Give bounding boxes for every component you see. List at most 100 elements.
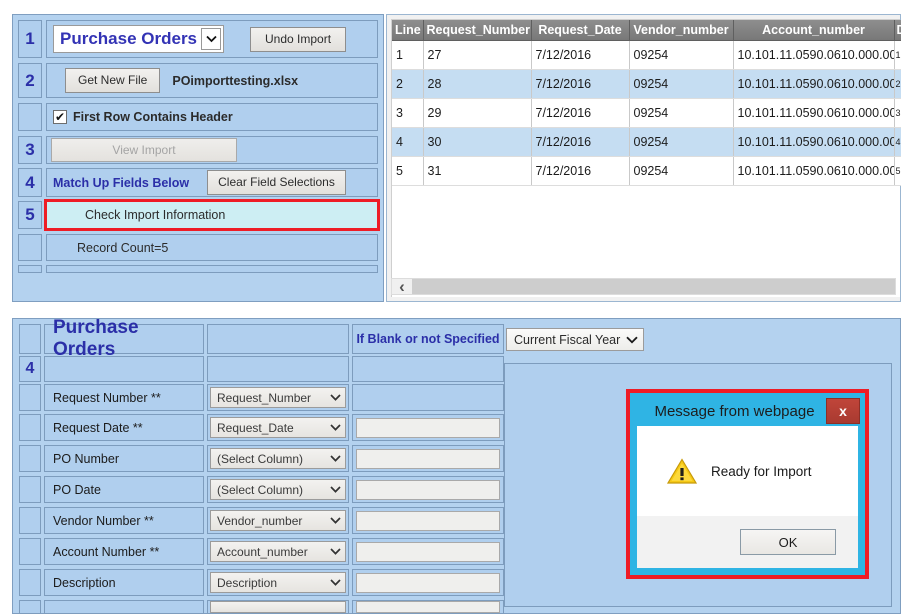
field-label-vendor-number: Vendor Number ** <box>44 507 204 534</box>
blank-step-number-b <box>18 234 42 261</box>
ok-button[interactable]: OK <box>740 529 836 555</box>
column-select-cell-vendor-number: Vendor_number <box>207 507 349 534</box>
column-select-po-number[interactable]: (Select Column) <box>210 448 346 469</box>
panel-divider <box>12 305 901 314</box>
application-window: 1 Purchase Orders Undo Import 2 Get New … <box>0 0 901 614</box>
mapping-step4-blank-cell <box>352 356 504 382</box>
table-row[interactable]: 3 29 7/12/2016 09254 10.101.11.0590.0610… <box>392 98 901 128</box>
field-label-account-number: Account Number ** <box>44 538 204 565</box>
default-value-input-vendor-number[interactable] <box>356 510 500 531</box>
cell-vendor-number: 09254 <box>629 40 734 70</box>
cell-description: 3 a <box>894 98 901 128</box>
default-value-input-request-date[interactable] <box>356 417 500 438</box>
chevron-down-icon <box>330 453 341 465</box>
col-header-line[interactable]: Line <box>392 20 424 41</box>
chevron-down-icon <box>626 333 638 347</box>
column-select-po-date[interactable]: (Select Column) <box>210 479 346 500</box>
row-number-cell <box>19 569 41 596</box>
default-value-cell-request-number <box>352 384 504 411</box>
default-value-input-account-number[interactable] <box>356 541 500 562</box>
col-header-request-number[interactable]: Request_Number <box>423 20 532 41</box>
mapping-step4-label-cell <box>44 356 204 382</box>
cell-account-number: 10.101.11.0590.0610.000.0000 <box>733 98 895 128</box>
chevron-down-icon <box>330 577 341 589</box>
column-select-cell-description: Description <box>207 569 349 596</box>
dialog-footer: OK <box>637 516 858 568</box>
step-1-row: 1 Purchase Orders Undo Import <box>18 20 378 58</box>
row-number-cell <box>19 414 41 441</box>
dialog-body: Ready for Import <box>637 426 858 516</box>
table-row[interactable]: 5 31 7/12/2016 09254 10.101.11.0590.0610… <box>392 156 901 186</box>
row-number-cell <box>19 445 41 472</box>
default-value-input-description[interactable] <box>356 572 500 593</box>
view-import-button[interactable]: View Import <box>51 138 237 162</box>
cell-request-number: 28 <box>423 69 532 99</box>
column-select-request-number[interactable]: Request_Number <box>210 387 346 408</box>
column-select-description[interactable]: Description <box>210 572 346 593</box>
cell-vendor-number: 09254 <box>629 156 734 186</box>
message-dialog: Message from webpage x Ready for Import … <box>626 389 869 579</box>
column-select-partial[interactable] <box>210 601 346 613</box>
step-2-row: 2 Get New File POimporttesting.xlsx <box>18 63 378 98</box>
column-select-request-date[interactable]: Request_Date <box>210 417 346 438</box>
table-row[interactable]: 1 27 7/12/2016 09254 10.101.11.0590.0610… <box>392 40 901 70</box>
row-number-cell <box>19 384 41 411</box>
message-dialog-inner: Message from webpage x Ready for Import … <box>633 396 862 572</box>
column-select-value: Request_Date <box>217 420 294 435</box>
blank-step-number-a <box>18 103 42 131</box>
mapping-field-row-partial <box>19 600 504 614</box>
col-header-request-date[interactable]: Request_Date <box>531 20 630 41</box>
cell-line: 4 <box>392 127 424 157</box>
title-row-blank-number <box>19 324 41 354</box>
col-header-account-number[interactable]: Account_number <box>733 20 895 41</box>
table-row[interactable]: 2 28 7/12/2016 09254 10.101.11.0590.0610… <box>392 69 901 99</box>
cell-description: 1 su <box>894 40 901 70</box>
cell-vendor-number: 09254 <box>629 69 734 99</box>
mapping-title-select-cell <box>207 324 349 354</box>
table-row[interactable]: 4 30 7/12/2016 09254 10.101.11.0590.0610… <box>392 127 901 157</box>
scroll-left-arrow-icon[interactable]: ‹ <box>392 277 412 297</box>
chevron-down-icon <box>330 422 341 434</box>
column-select-vendor-number[interactable]: Vendor_number <box>210 510 346 531</box>
close-icon[interactable]: x <box>826 398 860 424</box>
row-number-cell <box>19 507 41 534</box>
cell-request-date: 7/12/2016 <box>531 40 630 70</box>
default-value-input-partial[interactable] <box>356 601 500 613</box>
chevron-down-icon <box>330 515 341 527</box>
field-label-po-date: PO Date <box>44 476 204 503</box>
mapping-title-row: Purchase Orders If Blank or not Specifie… <box>19 317 504 360</box>
col-header-vendor-number[interactable]: Vendor_number <box>629 20 734 41</box>
cell-account-number: 10.101.11.0590.0610.000.0000 <box>733 69 895 99</box>
mapping-field-row: Vendor Number ** Vendor_number <box>19 507 504 534</box>
default-value-input-po-number[interactable] <box>356 448 500 469</box>
cell-request-date: 7/12/2016 <box>531 69 630 99</box>
check-import-information-button[interactable]: Check Import Information <box>44 199 380 231</box>
column-select-account-number[interactable]: Account_number <box>210 541 346 562</box>
cell-line: 3 <box>392 98 424 128</box>
undo-import-button[interactable]: Undo Import <box>250 26 347 52</box>
first-row-contains-header-checkbox[interactable]: ✔ <box>53 110 67 124</box>
module-select[interactable]: Purchase Orders <box>53 25 225 53</box>
record-count-body: Record Count=5 <box>46 234 378 261</box>
col-header-description[interactable]: D <box>894 20 901 41</box>
mapping-field-row: Request Date ** Request_Date <box>19 414 504 441</box>
chevron-down-icon[interactable] <box>201 28 222 50</box>
clear-field-selections-button[interactable]: Clear Field Selections <box>207 170 346 195</box>
column-select-cell-request-number: Request_Number <box>207 384 349 411</box>
cell-request-number: 31 <box>423 156 532 186</box>
mapping-field-row: Request Number ** Request_Number <box>19 384 504 411</box>
grid-horizontal-scrollbar[interactable]: ‹ <box>391 277 896 297</box>
chevron-down-icon <box>330 546 341 558</box>
mapping-step4-row: 4 <box>19 356 504 382</box>
step-3-row: 3 View Import <box>18 136 378 164</box>
first-row-header-body[interactable]: ✔ First Row Contains Header <box>46 103 378 131</box>
column-select-cell-partial <box>207 600 349 614</box>
cell-account-number: 10.101.11.0590.0610.000.0000 <box>733 40 895 70</box>
step-1-body: Purchase Orders Undo Import <box>46 20 378 58</box>
scrollbar-thumb[interactable] <box>412 279 895 294</box>
get-new-file-button[interactable]: Get New File <box>65 68 161 93</box>
first-row-header-row: ✔ First Row Contains Header <box>18 103 378 131</box>
warning-triangle-icon <box>666 457 698 485</box>
default-value-input-po-date[interactable] <box>356 479 500 500</box>
fiscal-year-select[interactable]: Current Fiscal Year <box>506 328 644 351</box>
